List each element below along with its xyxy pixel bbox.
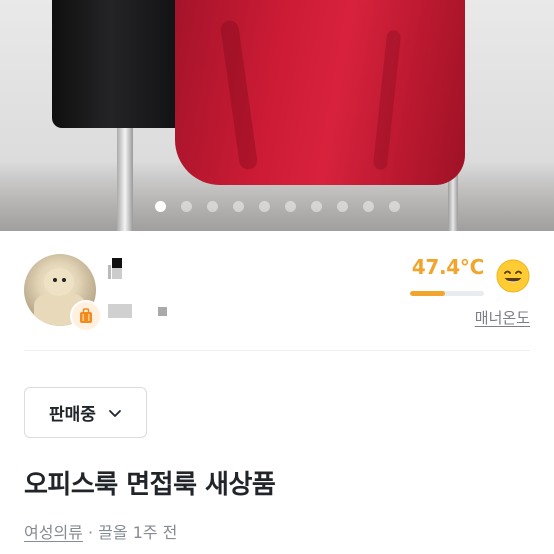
carousel-dot[interactable] <box>180 201 192 212</box>
carousel-dot[interactable] <box>232 201 244 212</box>
carousel-dot[interactable] <box>206 201 218 212</box>
avatar-dog-eye <box>53 278 57 282</box>
temperature-bar-fill <box>410 291 446 296</box>
sale-status-label: 판매중 <box>49 405 96 425</box>
carousel-dot[interactable] <box>388 201 400 212</box>
listing-meta: 여성의류 · 끌올 1주 전 <box>24 519 177 543</box>
carousel-dot[interactable] <box>310 201 322 212</box>
smiley-icon <box>496 259 530 293</box>
suitcase-icon <box>70 300 102 332</box>
category-link[interactable]: 여성의류 <box>24 523 83 542</box>
chevron-down-icon <box>109 409 121 417</box>
temperature-bar <box>410 291 484 296</box>
product-photo-carousel[interactable] <box>0 0 554 231</box>
carousel-dot[interactable] <box>336 201 348 212</box>
avatar-dog-eye <box>62 278 66 282</box>
sale-status-dropdown[interactable]: 판매중 <box>24 387 147 438</box>
bump-time: 끌올 1주 전 <box>98 523 178 542</box>
carousel-dot[interactable] <box>284 201 296 212</box>
carousel-dot[interactable] <box>362 201 374 212</box>
temperature-value: 47.4°C <box>411 255 485 279</box>
listing-title: 오피스룩 면접룩 새상품 <box>24 470 276 500</box>
photo-red-blouse <box>175 0 465 185</box>
carousel-dot[interactable] <box>258 201 270 212</box>
manner-temperature-link[interactable]: 매너온도 <box>475 307 530 328</box>
photo-rack-pole <box>117 120 133 231</box>
photo-black-skirt <box>52 0 182 128</box>
avatar-dog-face <box>44 268 74 296</box>
section-divider <box>24 350 530 351</box>
carousel-dot[interactable] <box>154 201 166 212</box>
manner-temperature: 47.4°C <box>394 255 485 296</box>
seller-profile[interactable]: 47.4°C 매너온도 <box>0 231 554 351</box>
carousel-pagination[interactable] <box>0 201 554 213</box>
meta-separator: · <box>87 523 94 542</box>
